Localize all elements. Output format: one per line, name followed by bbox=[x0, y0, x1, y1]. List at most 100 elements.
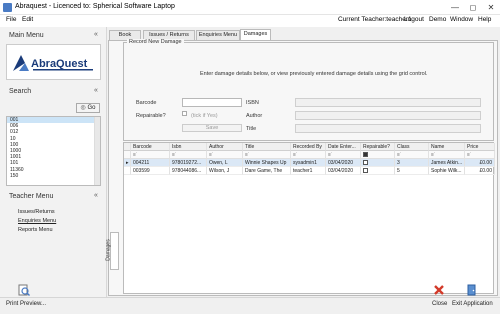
title-field bbox=[295, 124, 481, 133]
barcode-label: Barcode bbox=[136, 100, 157, 106]
column-header[interactable]: Isbn bbox=[170, 143, 207, 151]
tab-damages[interactable]: Damages bbox=[240, 29, 271, 40]
column-header[interactable]: Barcode bbox=[131, 143, 170, 151]
filter-icon[interactable]: ≡˙ bbox=[429, 151, 465, 159]
row-selector-icon[interactable]: ▸ bbox=[124, 159, 131, 167]
menu-edit[interactable]: Edit bbox=[22, 16, 33, 23]
table-cell[interactable]: £0.00 bbox=[465, 159, 495, 167]
table-cell[interactable]: James Atkin... bbox=[429, 159, 465, 167]
author-label: Author bbox=[246, 113, 263, 119]
collapse-search-icon[interactable]: « bbox=[94, 87, 98, 94]
window-menu[interactable]: Window bbox=[450, 16, 473, 23]
column-header[interactable]: Class bbox=[395, 143, 429, 151]
list-scrollbar[interactable] bbox=[94, 117, 100, 185]
print-preview-button[interactable]: Print Preview... bbox=[6, 301, 46, 307]
column-header[interactable]: Date Enter... bbox=[326, 143, 361, 151]
damages-grid[interactable]: Barcode Isbn Author Title Recorded By Da… bbox=[123, 142, 495, 294]
group-title: Record New Damage bbox=[127, 39, 184, 45]
table-cell[interactable]: Wilson, J bbox=[207, 167, 243, 175]
repairable-label: Repairable? bbox=[136, 113, 166, 119]
table-cell[interactable]: 3 bbox=[395, 159, 429, 167]
damages-side-tab[interactable]: Damages bbox=[106, 232, 119, 270]
demo-menu[interactable]: Demo bbox=[429, 16, 446, 23]
go-button[interactable]: ◎ Go bbox=[76, 103, 100, 113]
title-label: Title bbox=[246, 126, 257, 132]
instructions-text: Enter damage details below, or view prev… bbox=[200, 71, 428, 77]
maximize-button[interactable]: ◻ bbox=[464, 0, 482, 15]
close-button[interactable]: Close bbox=[432, 301, 447, 307]
table-cell[interactable]: 004211 bbox=[131, 159, 170, 167]
column-header[interactable]: Title bbox=[243, 143, 291, 151]
filter-icon[interactable]: ≡˙ bbox=[207, 151, 243, 159]
current-teacher-label: Current Teacher:teacher1 bbox=[338, 16, 412, 23]
table-cell[interactable]: 03/04/2020 bbox=[326, 159, 361, 167]
main-menu-title: Main Menu bbox=[9, 32, 44, 39]
logo-text: AbraQuest bbox=[31, 58, 88, 70]
save-button[interactable]: Save bbox=[182, 124, 242, 132]
teacher-menu-issues-returns[interactable]: Issues/Returns bbox=[18, 209, 55, 215]
table-cell[interactable]: 5 bbox=[395, 167, 429, 175]
filter-icon[interactable]: ≡˙ bbox=[131, 151, 170, 159]
close-icon[interactable] bbox=[433, 284, 445, 296]
barcode-input[interactable] bbox=[182, 98, 242, 107]
logout-link[interactable]: Logout bbox=[404, 16, 424, 23]
teacher-menu-title: Teacher Menu bbox=[9, 193, 54, 200]
search-list[interactable]: 001 006 012 10 100 1000 1001 101 11360 1… bbox=[6, 116, 101, 186]
collapse-main-menu-icon[interactable]: « bbox=[94, 31, 98, 38]
table-cell[interactable]: teacher1 bbox=[291, 167, 326, 175]
filter-icon[interactable]: ≡˙ bbox=[170, 151, 207, 159]
author-field bbox=[295, 111, 481, 120]
menu-file[interactable]: File bbox=[6, 16, 16, 23]
filter-checkbox[interactable] bbox=[361, 151, 395, 159]
table-cell[interactable]: £0.00 bbox=[465, 167, 495, 175]
title-bar: Abraquest - Licenced to: Spherical Softw… bbox=[0, 0, 500, 15]
column-header[interactable]: Price bbox=[465, 143, 495, 151]
print-preview-icon[interactable] bbox=[18, 284, 30, 296]
exit-application-button[interactable]: Exit Application bbox=[452, 301, 493, 307]
binoculars-icon: ◎ bbox=[80, 105, 86, 111]
table-cell[interactable]: Sophie Wilk... bbox=[429, 167, 465, 175]
table-cell[interactable]: 003599 bbox=[131, 167, 170, 175]
filter-icon[interactable]: ≡˙ bbox=[395, 151, 429, 159]
filter-icon[interactable]: ≡˙ bbox=[243, 151, 291, 159]
table-cell[interactable]: 03/04/2020 bbox=[326, 167, 361, 175]
column-header[interactable]: Repairable? bbox=[361, 143, 395, 151]
list-item[interactable]: 150 bbox=[7, 173, 100, 179]
table-cell[interactable]: Winnie Shapes Up bbox=[243, 159, 291, 167]
exit-icon[interactable] bbox=[466, 284, 478, 296]
column-header[interactable]: Recorded By bbox=[291, 143, 326, 151]
column-header[interactable]: Author bbox=[207, 143, 243, 151]
collapse-teacher-menu-icon[interactable]: « bbox=[94, 192, 98, 199]
bottom-bar bbox=[0, 297, 500, 314]
menu-bar: File Edit Current Teacher:teacher1 Logou… bbox=[0, 15, 500, 27]
table-cell[interactable]: Dare Game, The bbox=[243, 167, 291, 175]
close-window-button[interactable]: ✕ bbox=[482, 0, 500, 15]
damages-side-tab-label: Damages bbox=[105, 239, 112, 261]
column-header[interactable]: Name bbox=[429, 143, 465, 151]
minimize-button[interactable]: — bbox=[446, 0, 464, 15]
teacher-menu-enquiries[interactable]: Enquiries Menu bbox=[18, 218, 56, 224]
table-cell[interactable]: Owen, L bbox=[207, 159, 243, 167]
filter-icon[interactable]: ≡˙ bbox=[465, 151, 495, 159]
filter-icon[interactable]: ≡˙ bbox=[326, 151, 361, 159]
table-cell[interactable]: 978019272... bbox=[170, 159, 207, 167]
repairable-cell[interactable] bbox=[361, 159, 395, 167]
teacher-menu-reports[interactable]: Reports Menu bbox=[18, 227, 53, 233]
logo: AbraQuest bbox=[6, 44, 101, 80]
filter-row-marker bbox=[124, 151, 131, 159]
window-title: Abraquest - Licenced to: Spherical Softw… bbox=[15, 3, 175, 10]
repairable-cell[interactable] bbox=[361, 167, 395, 175]
table-cell[interactable]: sysadmin1 bbox=[291, 159, 326, 167]
repairable-checkbox[interactable] bbox=[182, 111, 187, 116]
tab-enquiries[interactable]: Enquiries Menu bbox=[196, 30, 240, 40]
row-selector[interactable] bbox=[124, 167, 131, 175]
table-cell[interactable]: 978044086... bbox=[170, 167, 207, 175]
grid-corner bbox=[124, 143, 131, 151]
isbn-label: ISBN bbox=[246, 100, 259, 106]
search-title: Search bbox=[9, 88, 32, 95]
tick-if-yes-label: (tick if Yes) bbox=[191, 113, 218, 119]
app-icon bbox=[3, 3, 12, 12]
filter-icon[interactable]: ≡˙ bbox=[291, 151, 326, 159]
go-label: Go bbox=[87, 105, 96, 111]
help-menu[interactable]: Help bbox=[478, 16, 491, 23]
